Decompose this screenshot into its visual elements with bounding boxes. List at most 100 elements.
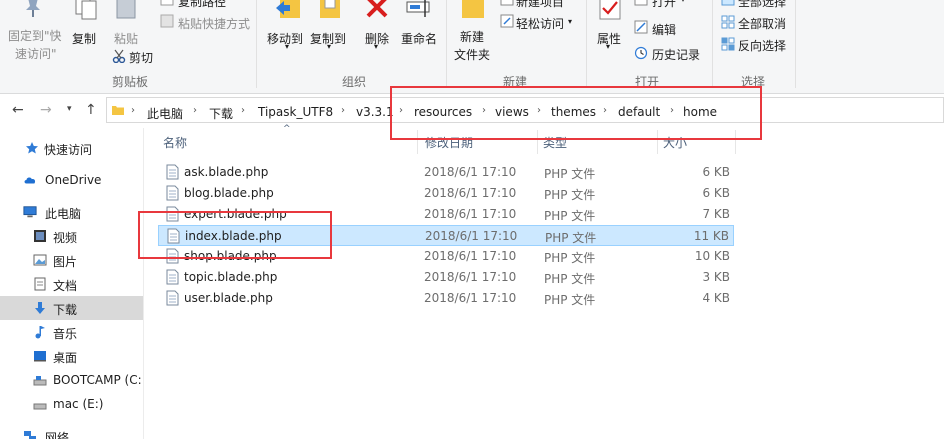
nav-bootcamp-drive[interactable]: BOOTCAMP (C: (0, 368, 143, 392)
file-type: PHP 文件 (544, 209, 596, 223)
file-date: 2018/6/1 17:10 (424, 165, 517, 179)
up-arrow-icon[interactable]: ↑ (85, 102, 97, 118)
file-name: topic.blade.php (184, 270, 278, 284)
select-none-button[interactable]: 全部取消 (738, 15, 786, 32)
column-header-name[interactable]: 名称 (163, 134, 187, 151)
column-header-size[interactable]: 大小 (663, 134, 687, 151)
breadcrumb-separator-icon[interactable]: › (241, 105, 245, 116)
address-box[interactable]: › 此电脑 › 下载 › Tipask_UTF8 › v3.3.1 › reso… (106, 97, 944, 123)
file-size: 3 KB (702, 270, 730, 284)
group-label-clipboard: 剪贴板 (112, 75, 149, 89)
copy-icon (75, 0, 97, 20)
breadcrumb-home[interactable]: home (683, 105, 717, 119)
nav-videos[interactable]: 视频 (0, 224, 143, 248)
breadcrumb-themes[interactable]: themes (551, 105, 596, 119)
group-label-open: 打开 (635, 75, 660, 89)
nav-quick-access[interactable]: 快速访问 (0, 136, 143, 160)
file-date: 2018/6/1 17:10 (424, 186, 517, 200)
nav-pictures[interactable]: 图片 (0, 248, 143, 272)
breadcrumb-resources[interactable]: resources (414, 105, 472, 119)
drive-icon (33, 403, 47, 410)
scissors-icon (112, 49, 126, 63)
nav-music[interactable]: 音乐 (0, 320, 143, 344)
breadcrumb-downloads[interactable]: 下载 (209, 105, 233, 122)
folder-icon (112, 106, 124, 115)
download-arrow-icon (35, 302, 45, 314)
open-button[interactable]: 打开 (652, 0, 676, 10)
easy-access-button[interactable]: 轻松访问 (516, 15, 564, 32)
php-file-icon (166, 248, 179, 264)
open-dropdown-icon[interactable]: ▾ (681, 0, 685, 4)
pin-quick-access-label-2[interactable]: 速访问" (15, 45, 57, 62)
breadcrumb-separator-icon[interactable]: › (670, 105, 674, 116)
select-all-button[interactable]: 全部选择 (738, 0, 786, 10)
copy-button[interactable]: 复制 (72, 30, 96, 47)
breadcrumb-separator-icon[interactable]: › (603, 105, 607, 116)
column-header-type[interactable]: 类型 (543, 134, 567, 151)
new-item-button[interactable]: 新建项目 (516, 0, 564, 10)
file-name: blog.blade.php (184, 186, 274, 200)
nav-mac-drive[interactable]: mac (E:) (0, 392, 143, 416)
edit-button[interactable]: 编辑 (652, 21, 676, 38)
pin-icon (26, 0, 40, 17)
rename-button[interactable]: 重命名 (401, 30, 437, 47)
computer-icon (23, 206, 37, 218)
recent-locations-chevron-icon[interactable]: ▾ (67, 104, 72, 114)
copy-path-button[interactable]: 复制路径 (178, 0, 226, 10)
invert-selection-button[interactable]: 反向选择 (738, 37, 786, 54)
file-row[interactable]: ask.blade.php 2018/6/1 17:10 PHP 文件 6 KB (158, 162, 734, 183)
group-label-select: 选择 (741, 75, 766, 89)
properties-dropdown-icon[interactable]: ▾ (606, 42, 610, 51)
delete-dropdown-icon[interactable]: ▾ (374, 42, 378, 51)
file-row[interactable]: expert.blade.php 2018/6/1 17:10 PHP 文件 7… (158, 204, 734, 225)
nav-documents[interactable]: 文档 (0, 272, 143, 296)
breadcrumb-separator-icon[interactable]: › (482, 105, 486, 116)
back-arrow-icon[interactable]: ← (12, 102, 24, 118)
music-note-icon (35, 326, 45, 339)
php-file-icon (166, 206, 179, 222)
pin-quick-access-label-1[interactable]: 固定到"快 (8, 27, 62, 44)
file-row[interactable]: topic.blade.php 2018/6/1 17:10 PHP 文件 3 … (158, 267, 734, 288)
forward-arrow-icon[interactable]: → (40, 102, 52, 118)
breadcrumb-views[interactable]: views (495, 105, 529, 119)
breadcrumb-tipask[interactable]: Tipask_UTF8 (258, 105, 333, 119)
paste-shortcut-button[interactable]: 粘贴快捷方式 (178, 15, 250, 32)
nav-onedrive[interactable]: OneDrive (0, 168, 143, 192)
breadcrumb-default[interactable]: default (618, 105, 660, 119)
paste-button[interactable]: 粘贴 (114, 30, 138, 47)
copy-path-icon (160, 0, 174, 6)
document-icon (34, 277, 46, 291)
nav-downloads[interactable]: 下载 (0, 296, 143, 320)
breadcrumb-separator-icon[interactable]: › (341, 105, 345, 116)
file-type: PHP 文件 (544, 167, 596, 181)
breadcrumb-separator-icon[interactable]: › (131, 105, 135, 116)
breadcrumb-separator-icon[interactable]: › (399, 105, 403, 116)
file-row[interactable]: user.blade.php 2018/6/1 17:10 PHP 文件 4 K… (158, 288, 734, 309)
file-row[interactable]: blog.blade.php 2018/6/1 17:10 PHP 文件 6 K… (158, 183, 734, 204)
properties-icon (599, 0, 621, 20)
cut-button[interactable]: 剪切 (129, 49, 153, 66)
new-folder-label-2[interactable]: 文件夹 (454, 46, 490, 63)
group-label-new: 新建 (503, 75, 528, 89)
nav-desktop[interactable]: 桌面 (0, 344, 143, 368)
move-to-dropdown-icon[interactable]: ▾ (285, 42, 289, 51)
copy-to-dropdown-icon[interactable]: ▾ (327, 42, 331, 51)
breadcrumb-this-pc[interactable]: 此电脑 (147, 105, 183, 122)
breadcrumb-separator-icon[interactable]: › (193, 105, 197, 116)
new-folder-label-1[interactable]: 新建 (460, 28, 484, 45)
nav-this-pc[interactable]: 此电脑 (0, 200, 143, 224)
easy-access-dropdown-icon[interactable]: ▾ (568, 17, 572, 26)
breadcrumb-version[interactable]: v3.3.1 (356, 105, 394, 119)
column-header-date[interactable]: 修改日期 (425, 134, 473, 151)
file-row[interactable]: shop.blade.php 2018/6/1 17:10 PHP 文件 10 … (158, 246, 734, 267)
drive-icon (33, 376, 47, 386)
history-button[interactable]: 历史记录 (652, 46, 700, 63)
breadcrumb-separator-icon[interactable]: › (537, 105, 541, 116)
file-date: 2018/6/1 17:10 (424, 207, 517, 221)
nav-network[interactable]: 网络 (0, 424, 143, 439)
file-size: 6 KB (702, 165, 730, 179)
file-name: shop.blade.php (184, 249, 277, 263)
desktop-icon (34, 351, 46, 362)
edit-icon (634, 20, 648, 34)
file-row-selected[interactable]: index.blade.php 2018/6/1 17:10 PHP 文件 11… (158, 225, 734, 246)
